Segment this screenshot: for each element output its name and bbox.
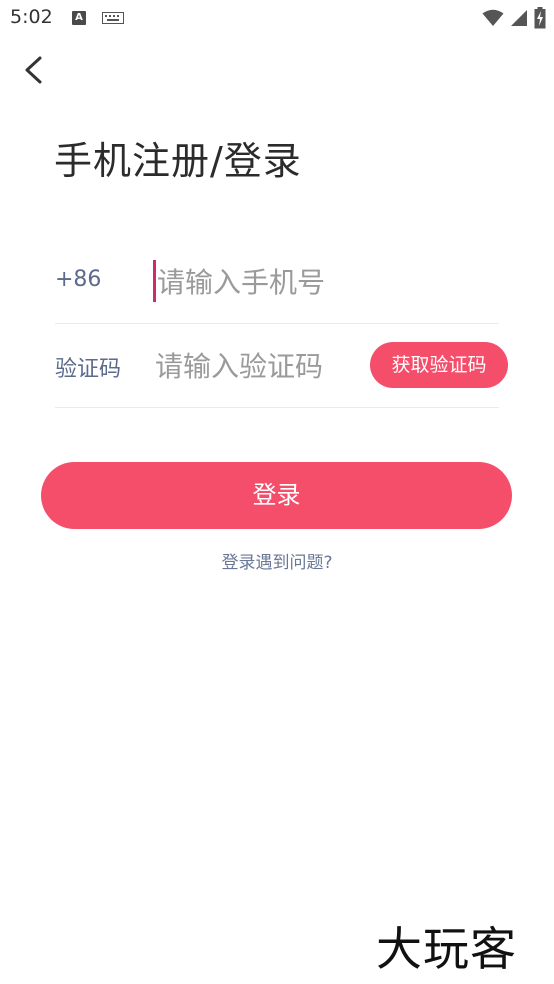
wifi-icon xyxy=(482,9,504,26)
code-input[interactable] xyxy=(155,344,355,388)
phone-row: +86 xyxy=(55,240,499,324)
login-button[interactable]: 登录 xyxy=(41,462,512,529)
chevron-left-icon xyxy=(25,56,42,84)
get-code-button[interactable]: 获取验证码 xyxy=(370,342,508,388)
status-icons xyxy=(482,7,546,29)
signal-icon xyxy=(511,10,527,26)
watermark-logo: 大玩客 xyxy=(376,922,517,976)
status-time: 5:02 xyxy=(10,6,53,28)
back-button[interactable] xyxy=(16,50,52,90)
code-label: 验证码 xyxy=(55,357,122,382)
a-icon: A xyxy=(72,11,86,25)
phone-input[interactable] xyxy=(157,260,487,304)
country-code[interactable]: +86 xyxy=(55,267,101,292)
text-caret xyxy=(153,260,156,302)
page-title: 手机注册/登录 xyxy=(54,139,302,183)
keyboard-icon xyxy=(102,12,124,24)
battery-charging-icon xyxy=(534,7,546,29)
status-bar: 5:02 A xyxy=(0,0,554,38)
code-row: 验证码 获取验证码 xyxy=(55,324,508,408)
help-link[interactable]: 登录遇到问题? xyxy=(0,548,554,573)
